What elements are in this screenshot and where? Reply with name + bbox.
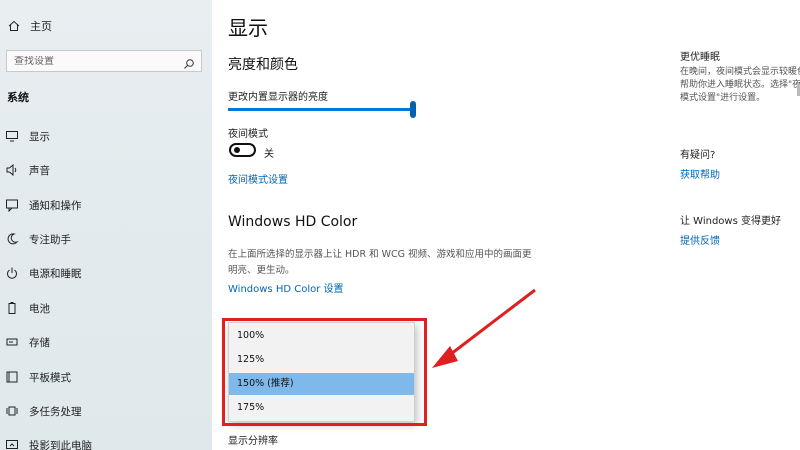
notification-icon xyxy=(5,198,19,212)
sidebar-section-title: 系统 xyxy=(7,91,29,104)
improve-title: 让 Windows 变得更好 xyxy=(680,216,781,227)
home-nav-item[interactable]: 主页 xyxy=(8,18,52,34)
power-icon xyxy=(5,266,19,280)
feedback-link[interactable]: 提供反馈 xyxy=(680,232,720,247)
sidebar-item-sound[interactable]: 声音 xyxy=(0,157,212,183)
search-icon[interactable] xyxy=(183,55,195,69)
hd-color-settings-link[interactable]: Windows HD Color 设置 xyxy=(228,280,344,295)
night-mode-settings-link[interactable]: 夜间模式设置 xyxy=(228,171,288,186)
tablet-icon xyxy=(5,370,19,384)
multitask-icon xyxy=(5,404,19,418)
night-mode-toggle[interactable] xyxy=(229,143,256,157)
brightness-slider-track[interactable] xyxy=(228,108,414,111)
night-mode-state: 关 xyxy=(264,149,274,160)
search-input[interactable] xyxy=(14,55,174,67)
speaker-icon xyxy=(5,163,19,177)
sidebar-item-project[interactable]: 投影到此电脑 xyxy=(0,432,212,450)
brightness-section-title: 亮度和颜色 xyxy=(228,57,298,73)
sidebar-item-label: 电池 xyxy=(29,302,50,315)
sidebar-item-storage[interactable]: 存储 xyxy=(0,329,212,355)
sleep-text: 在晚间，夜间模式会显示较暖色，帮助你进入睡眠状态。选择"夜间模式设置"进行设置。 xyxy=(680,67,800,103)
sidebar-item-label: 专注助手 xyxy=(29,233,71,246)
home-label: 主页 xyxy=(30,20,52,33)
sidebar-item-label: 电源和睡眠 xyxy=(29,267,82,280)
search-box[interactable] xyxy=(6,50,202,72)
sidebar-item-label: 存储 xyxy=(29,336,50,349)
sidebar-item-label: 通知和操作 xyxy=(29,199,82,212)
brightness-label: 更改内置显示器的亮度 xyxy=(228,92,328,103)
hd-color-description: 在上面所选择的显示器上让 HDR 和 WCG 视频、游戏和应用中的画面更明亮、更… xyxy=(228,249,532,276)
home-icon xyxy=(8,20,20,32)
sidebar-item-label: 显示 xyxy=(29,130,50,143)
hd-color-title: Windows HD Color xyxy=(228,214,358,230)
main-content: 显示 亮度和颜色 更改内置显示器的亮度 夜间模式 关 夜间模式设置 Window… xyxy=(212,0,800,450)
question-title: 有疑问? xyxy=(680,150,716,161)
sidebar-item-multitasking[interactable]: 多任务处理 xyxy=(0,398,212,424)
brightness-slider-thumb[interactable] xyxy=(410,101,416,118)
night-mode-label: 夜间模式 xyxy=(228,129,268,140)
sidebar-item-display[interactable]: 显示 xyxy=(0,123,212,149)
sidebar-item-label: 平板模式 xyxy=(29,371,71,384)
monitor-icon xyxy=(5,129,19,143)
sidebar: 主页 系统 显示 声音 通知和操作 专注助手 电源和睡眠 电池 存储 平板模式 xyxy=(0,0,212,450)
moon-icon xyxy=(5,232,19,246)
sidebar-item-battery[interactable]: 电池 xyxy=(0,295,212,321)
storage-icon xyxy=(5,335,19,349)
resolution-label: 显示分辨率 xyxy=(228,436,278,447)
sidebar-item-focus-assist[interactable]: 专注助手 xyxy=(0,226,212,252)
annotation-highlight-box xyxy=(222,318,427,426)
project-icon xyxy=(5,438,19,450)
sidebar-item-label: 多任务处理 xyxy=(29,405,82,418)
toggle-knob xyxy=(234,147,240,153)
sidebar-item-label: 投影到此电脑 xyxy=(29,439,92,450)
sleep-title: 更优睡眠 xyxy=(680,52,720,63)
page-title: 显示 xyxy=(228,16,268,40)
sidebar-item-notifications[interactable]: 通知和操作 xyxy=(0,192,212,218)
get-help-link[interactable]: 获取帮助 xyxy=(680,166,720,181)
sidebar-item-tablet-mode[interactable]: 平板模式 xyxy=(0,364,212,390)
battery-icon xyxy=(5,301,19,315)
sidebar-item-label: 声音 xyxy=(29,164,50,177)
sidebar-item-power-sleep[interactable]: 电源和睡眠 xyxy=(0,260,212,286)
